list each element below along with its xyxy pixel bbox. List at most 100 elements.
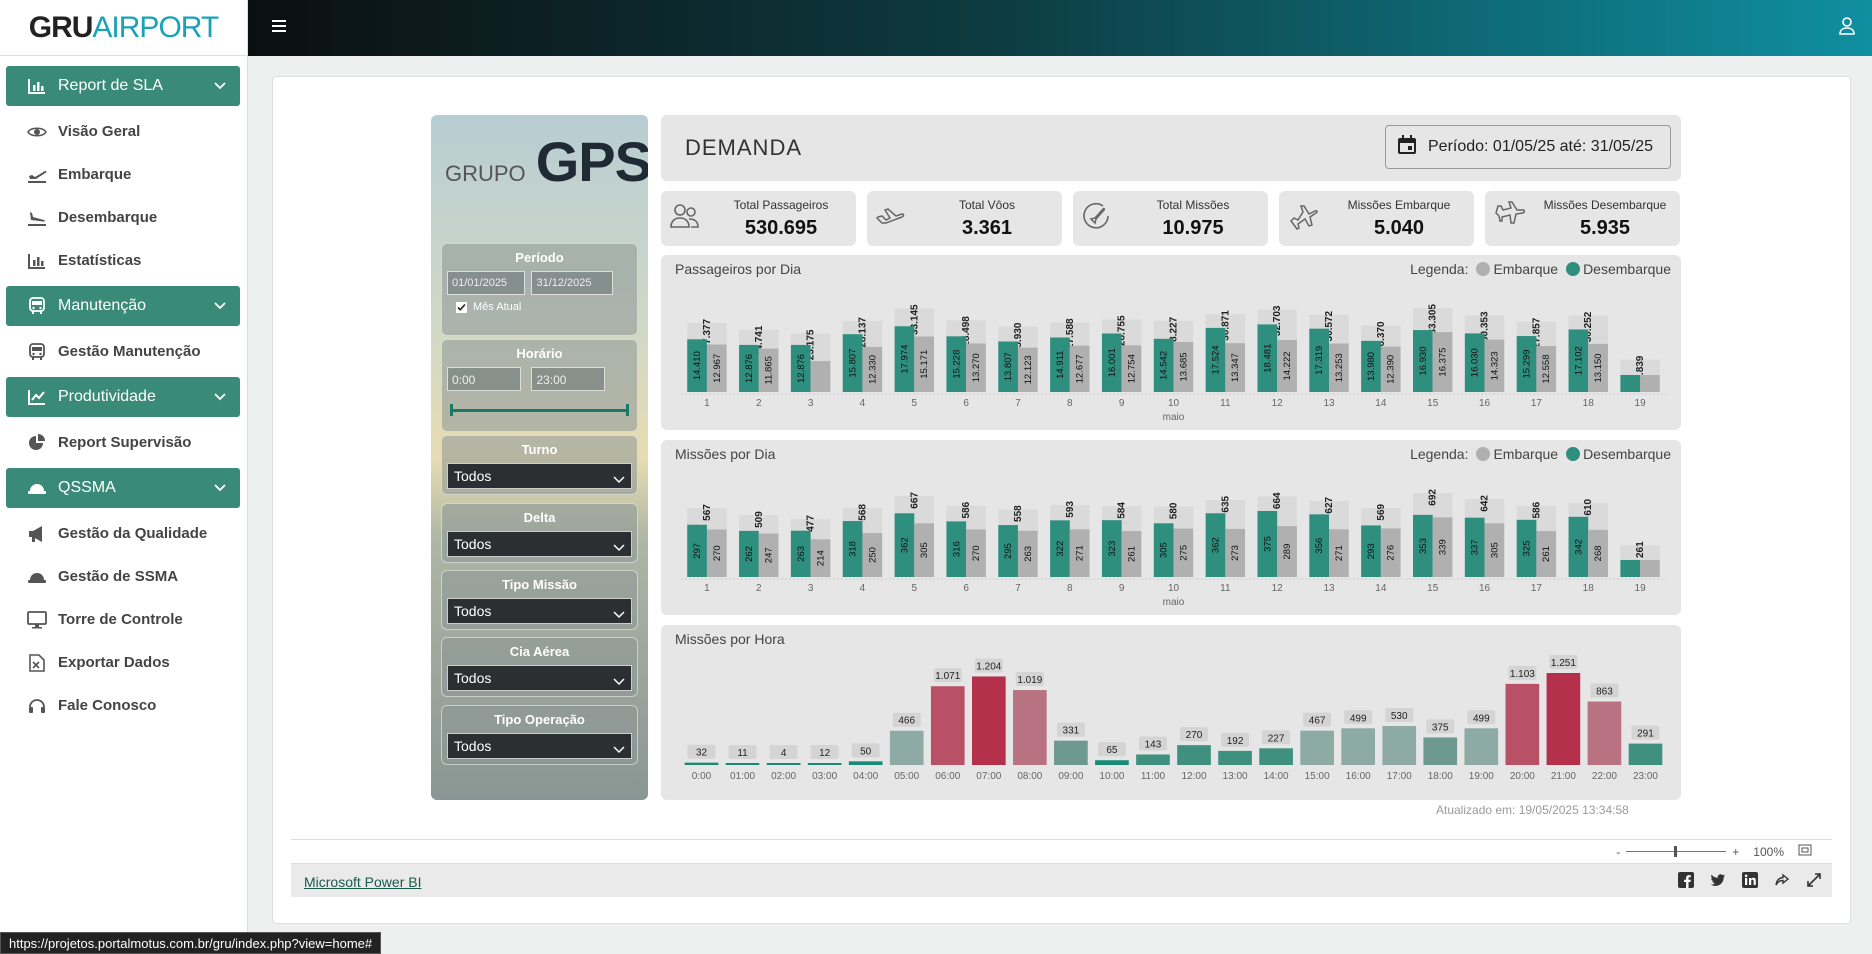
desembarque-bar[interactable]: [1620, 375, 1641, 392]
horario-title: Horário: [516, 346, 563, 361]
chevron-down-icon[interactable]: [214, 388, 226, 406]
menu-item-embarque[interactable]: Embarque: [6, 153, 240, 196]
calendar-icon: [1396, 134, 1418, 161]
total-label: 568: [857, 504, 868, 521]
hour-bar[interactable]: [684, 762, 719, 765]
date-from-input[interactable]: 01/01/2025: [447, 271, 525, 295]
menu-item-gestao-de-ssma[interactable]: Gestão de SSMA: [6, 555, 240, 598]
slider-handle-start[interactable]: [450, 404, 453, 416]
hour-bar[interactable]: [1341, 728, 1376, 765]
period-display[interactable]: Período: 01/05/25 até: 31/05/25: [1385, 125, 1671, 169]
gru-airport-logo[interactable]: GRU AIRPORT: [0, 0, 247, 56]
menu-item-estatisticas[interactable]: Estatísticas: [6, 239, 240, 282]
menu-label: Estatísticas: [58, 252, 142, 269]
x-tick-label: 3: [808, 398, 814, 409]
x-tick-label: 8: [1067, 583, 1073, 594]
chevron-down-icon[interactable]: [214, 297, 226, 315]
menu-label: Produtividade: [58, 388, 156, 405]
chevron-down-icon: [613, 539, 625, 555]
menu-item-exportar-dados[interactable]: Exportar Dados: [6, 641, 240, 684]
x-tick-label: 2: [756, 398, 762, 409]
hour-bar[interactable]: [1177, 745, 1211, 765]
x-tick-label: 1: [704, 398, 710, 409]
menu-item-gestao-manutencao[interactable]: Gestão Manutenção: [6, 330, 240, 373]
embarque-bar[interactable]: [1640, 560, 1660, 577]
hour-bar[interactable]: [1423, 737, 1458, 765]
hour-bar[interactable]: [766, 763, 801, 765]
time-to-input[interactable]: 23:00: [531, 367, 606, 391]
missoes-por-hora-chart: Missões por Hora 32 0:00 11 01:00 4 02:00 12 03…: [661, 625, 1681, 800]
hour-bar[interactable]: [1505, 683, 1540, 765]
menu-item-fale-conosco[interactable]: Fale Conosco: [6, 684, 240, 727]
x-tick-label: 4: [860, 398, 866, 409]
tipo-missao-select[interactable]: Todos: [447, 598, 632, 624]
hour-bar[interactable]: [930, 686, 965, 765]
hamburger-menu-icon[interactable]: [272, 16, 286, 41]
embarque-bar[interactable]: [1640, 375, 1660, 392]
hour-bar[interactable]: [848, 761, 883, 765]
slider-handle-end[interactable]: [626, 404, 629, 416]
hour-bar[interactable]: [725, 763, 760, 765]
hard-hat-icon: [26, 480, 48, 496]
zoom-out-button[interactable]: -: [1616, 845, 1620, 859]
horario-slider[interactable]: [450, 404, 629, 416]
x-tick-label: 15: [1427, 398, 1439, 409]
total-label: 558: [1013, 505, 1024, 522]
menu-item-torre-de-controle[interactable]: Torre de Controle: [6, 598, 240, 641]
hour-bar[interactable]: [1095, 760, 1129, 765]
menu-item-desembarque[interactable]: Desembarque: [6, 196, 240, 239]
menu-group-produtividade[interactable]: Produtividade: [6, 377, 240, 417]
zoom-slider[interactable]: [1626, 846, 1727, 857]
turno-select[interactable]: Todos: [447, 463, 632, 489]
fit-to-page-icon[interactable]: [1798, 844, 1812, 859]
delta-select[interactable]: Todos: [447, 531, 632, 557]
status-bar-url: https://projetos.portalmotus.com.br/gru/…: [0, 932, 382, 954]
total-label: 477: [806, 515, 817, 532]
powerbi-link[interactable]: Microsoft Power BI: [304, 874, 421, 890]
chevron-down-icon[interactable]: [214, 479, 226, 497]
turno-filter: Turno Todos: [441, 435, 638, 495]
embarque-bar[interactable]: [810, 361, 831, 392]
menu-item-gestao-da-qualidade[interactable]: Gestão da Qualidade: [6, 512, 240, 555]
desembarque-label: 15.807: [848, 349, 859, 378]
twitter-icon[interactable]: [1710, 872, 1726, 893]
chevron-down-icon: [613, 673, 625, 689]
fullscreen-icon[interactable]: [1806, 872, 1822, 893]
share-icon[interactable]: [1774, 872, 1790, 893]
menu-group-report-de-sla[interactable]: Report de SLA: [6, 66, 240, 106]
x-tick-label: 10: [1168, 583, 1180, 594]
date-to-input[interactable]: 31/12/2025: [531, 271, 614, 295]
time-from-input[interactable]: 0:00: [447, 367, 521, 391]
hour-bar[interactable]: [1259, 748, 1293, 765]
hour-bar[interactable]: [1628, 743, 1663, 765]
hour-bar[interactable]: [1136, 754, 1170, 765]
cia-aerea-select[interactable]: Todos: [447, 665, 632, 691]
hour-bar[interactable]: [1218, 750, 1252, 765]
hour-bar[interactable]: [1054, 740, 1088, 765]
hour-bar[interactable]: [971, 676, 1006, 765]
hour-bar[interactable]: [1464, 728, 1499, 765]
desembarque-bar[interactable]: [1620, 560, 1641, 577]
menu-group-qssma[interactable]: QSSMA: [6, 468, 240, 508]
hour-bar[interactable]: [1013, 690, 1047, 765]
hour-bar[interactable]: [807, 763, 842, 765]
user-icon[interactable]: [1838, 16, 1856, 41]
hour-bar[interactable]: [1546, 673, 1581, 765]
zoom-in-button[interactable]: +: [1732, 845, 1739, 859]
hour-bar[interactable]: [1587, 701, 1622, 765]
chevron-down-icon[interactable]: [214, 77, 226, 95]
hour-bar[interactable]: [1382, 726, 1417, 765]
x-tick-label: 12:00: [1182, 771, 1207, 782]
facebook-icon[interactable]: [1678, 872, 1694, 893]
mes-atual-checkbox[interactable]: [456, 301, 467, 313]
bar-chart-icon: [26, 253, 48, 269]
menu-item-visao-geral[interactable]: Visão Geral: [6, 110, 240, 153]
hour-bar[interactable]: [1300, 730, 1334, 765]
linkedin-icon[interactable]: [1742, 872, 1758, 893]
hour-bar[interactable]: [889, 730, 924, 765]
desembarque-label: 297: [692, 543, 703, 559]
desembarque-label: 323: [1107, 541, 1118, 557]
tipo-operacao-select[interactable]: Todos: [447, 733, 632, 759]
menu-item-report-supervisao[interactable]: Report Supervisão: [6, 421, 240, 464]
menu-group-manutencao[interactable]: Manutenção: [6, 286, 240, 326]
